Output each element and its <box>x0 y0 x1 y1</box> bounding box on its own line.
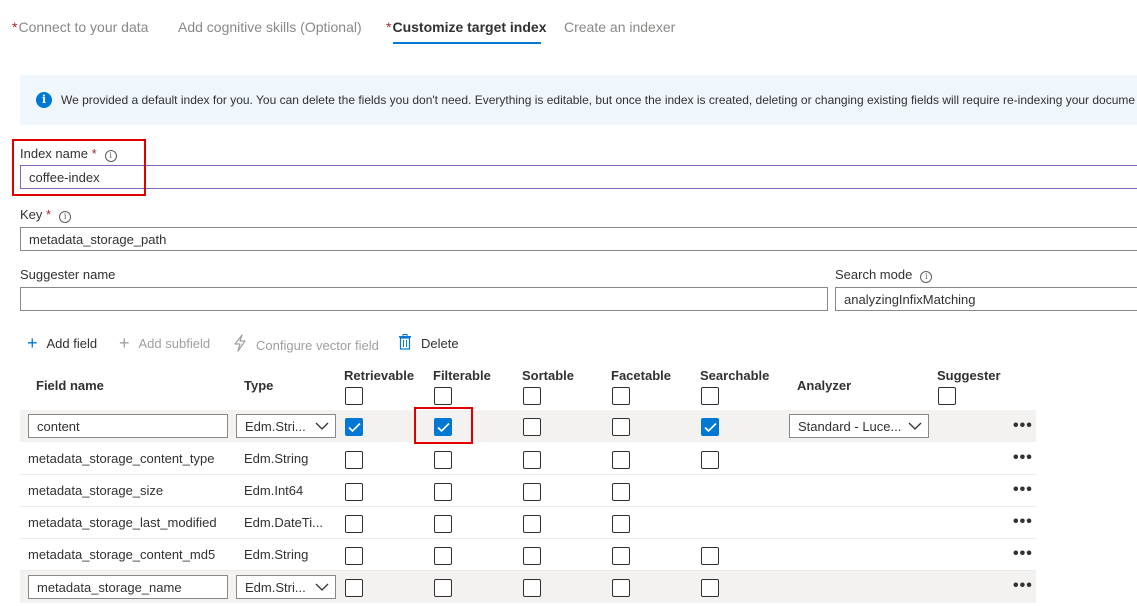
select-all-facetable-checkbox[interactable] <box>612 387 630 405</box>
searchable-checkbox[interactable] <box>701 547 719 565</box>
type-text: Edm.DateTi... <box>244 515 323 530</box>
add-subfield-button[interactable]: + Add subfield <box>119 334 210 352</box>
highlight-box-index-name <box>12 139 146 196</box>
more-options-icon[interactable]: ••• <box>1013 546 1033 562</box>
type-dropdown[interactable]: Edm.Stri... <box>236 575 336 599</box>
more-options-icon[interactable]: ••• <box>1013 418 1033 434</box>
more-options-icon[interactable]: ••• <box>1013 482 1033 498</box>
more-options-icon[interactable]: ••• <box>1013 578 1033 594</box>
header-retrievable: Retrievable <box>344 368 415 383</box>
sortable-checkbox[interactable] <box>523 515 541 533</box>
searchable-checkbox[interactable] <box>701 418 719 436</box>
search-mode-input[interactable]: analyzingInfixMatching <box>835 287 1137 311</box>
chevron-down-icon <box>315 583 329 591</box>
sortable-checkbox[interactable] <box>523 547 541 565</box>
filterable-checkbox[interactable] <box>434 483 452 501</box>
lightning-icon <box>233 334 247 357</box>
facetable-checkbox[interactable] <box>612 483 630 501</box>
searchable-checkbox[interactable] <box>701 451 719 469</box>
info-icon[interactable]: i <box>920 271 933 283</box>
retrievable-checkbox[interactable] <box>345 451 363 469</box>
type-text: Edm.Int64 <box>244 483 304 498</box>
sortable-checkbox[interactable] <box>523 418 541 436</box>
retrievable-checkbox[interactable] <box>345 579 363 597</box>
tab-label: Connect to your data <box>18 19 149 35</box>
tab-cognitive-skills[interactable]: Add cognitive skills (Optional) <box>178 19 362 35</box>
type-text: Edm.String <box>244 451 309 466</box>
required-marker: * <box>386 19 392 35</box>
field-name-input[interactable]: content <box>28 414 228 438</box>
info-banner: i We provided a default index for you. Y… <box>20 75 1137 125</box>
required-marker: * <box>12 19 18 35</box>
tab-label: Customize target index <box>392 19 547 35</box>
retrievable-checkbox[interactable] <box>345 418 363 436</box>
select-all-suggester-checkbox[interactable] <box>938 387 956 405</box>
tab-label: Add cognitive skills (Optional) <box>178 19 362 35</box>
filterable-checkbox[interactable] <box>434 515 452 533</box>
select-all-sortable-checkbox[interactable] <box>523 387 541 405</box>
filterable-checkbox[interactable] <box>434 579 452 597</box>
info-icon: i <box>36 92 52 108</box>
retrievable-checkbox[interactable] <box>345 515 363 533</box>
select-all-retrievable-checkbox[interactable] <box>345 387 363 405</box>
plus-icon: + <box>27 333 38 353</box>
header-facetable: Facetable <box>611 368 671 383</box>
type-dropdown[interactable]: Edm.Stri... <box>236 414 336 438</box>
header-suggester: Suggester <box>937 368 1001 383</box>
facetable-checkbox[interactable] <box>612 418 630 436</box>
field-name-text: metadata_storage_content_md5 <box>28 547 216 562</box>
header-field-name[interactable]: Field name <box>36 378 104 393</box>
more-options-icon[interactable]: ••• <box>1013 450 1033 466</box>
sortable-checkbox[interactable] <box>523 451 541 469</box>
key-label: Key * i <box>20 207 72 223</box>
tab-create-indexer[interactable]: Create an indexer <box>564 19 675 35</box>
filterable-checkbox[interactable] <box>434 547 452 565</box>
header-searchable: Searchable <box>700 368 770 383</box>
search-mode-label: Search mode i <box>835 267 933 283</box>
sortable-checkbox[interactable] <box>523 483 541 501</box>
index-name-input[interactable]: coffee-index <box>20 165 1137 189</box>
field-name-input[interactable]: metadata_storage_name <box>28 575 228 599</box>
field-name-text: metadata_storage_size <box>28 483 164 498</box>
trash-icon <box>398 334 412 353</box>
more-options-icon[interactable]: ••• <box>1013 514 1033 530</box>
configure-vector-field-button[interactable]: Configure vector field <box>233 334 379 357</box>
type-text: Edm.String <box>244 547 309 562</box>
retrievable-checkbox[interactable] <box>345 547 363 565</box>
suggester-name-input[interactable] <box>20 287 828 311</box>
chevron-down-icon <box>908 422 922 430</box>
sortable-checkbox[interactable] <box>523 579 541 597</box>
field-name-text: metadata_storage_last_modified <box>28 515 217 530</box>
header-analyzer[interactable]: Analyzer <box>797 378 851 393</box>
tab-customize-index[interactable]: *Customize target index <box>386 19 546 35</box>
header-type[interactable]: Type <box>244 378 273 393</box>
select-all-searchable-checkbox[interactable] <box>701 387 719 405</box>
banner-text: We provided a default index for you. You… <box>61 93 1136 107</box>
select-all-filterable-checkbox[interactable] <box>434 387 452 405</box>
info-icon[interactable]: i <box>59 211 72 223</box>
header-sortable: Sortable <box>522 368 575 383</box>
facetable-checkbox[interactable] <box>612 515 630 533</box>
suggester-name-label: Suggester name <box>20 267 116 282</box>
tab-connect-data[interactable]: *Connect to your data <box>12 19 148 35</box>
field-name-text: metadata_storage_content_type <box>28 451 215 466</box>
active-tab-indicator <box>393 42 541 44</box>
facetable-checkbox[interactable] <box>612 579 630 597</box>
searchable-checkbox[interactable] <box>701 579 719 597</box>
filterable-checkbox[interactable] <box>434 451 452 469</box>
chevron-down-icon <box>315 422 329 430</box>
key-input[interactable]: metadata_storage_path <box>20 227 1137 251</box>
highlight-box-filterable <box>414 407 473 444</box>
header-filterable: Filterable <box>433 368 491 383</box>
facetable-checkbox[interactable] <box>612 547 630 565</box>
retrievable-checkbox[interactable] <box>345 483 363 501</box>
delete-button[interactable]: Delete <box>398 334 459 353</box>
add-field-button[interactable]: + Add field <box>27 334 97 352</box>
facetable-checkbox[interactable] <box>612 451 630 469</box>
analyzer-dropdown[interactable]: Standard - Luce... <box>789 414 929 438</box>
plus-icon: + <box>119 333 130 353</box>
tab-label: Create an indexer <box>564 19 676 35</box>
